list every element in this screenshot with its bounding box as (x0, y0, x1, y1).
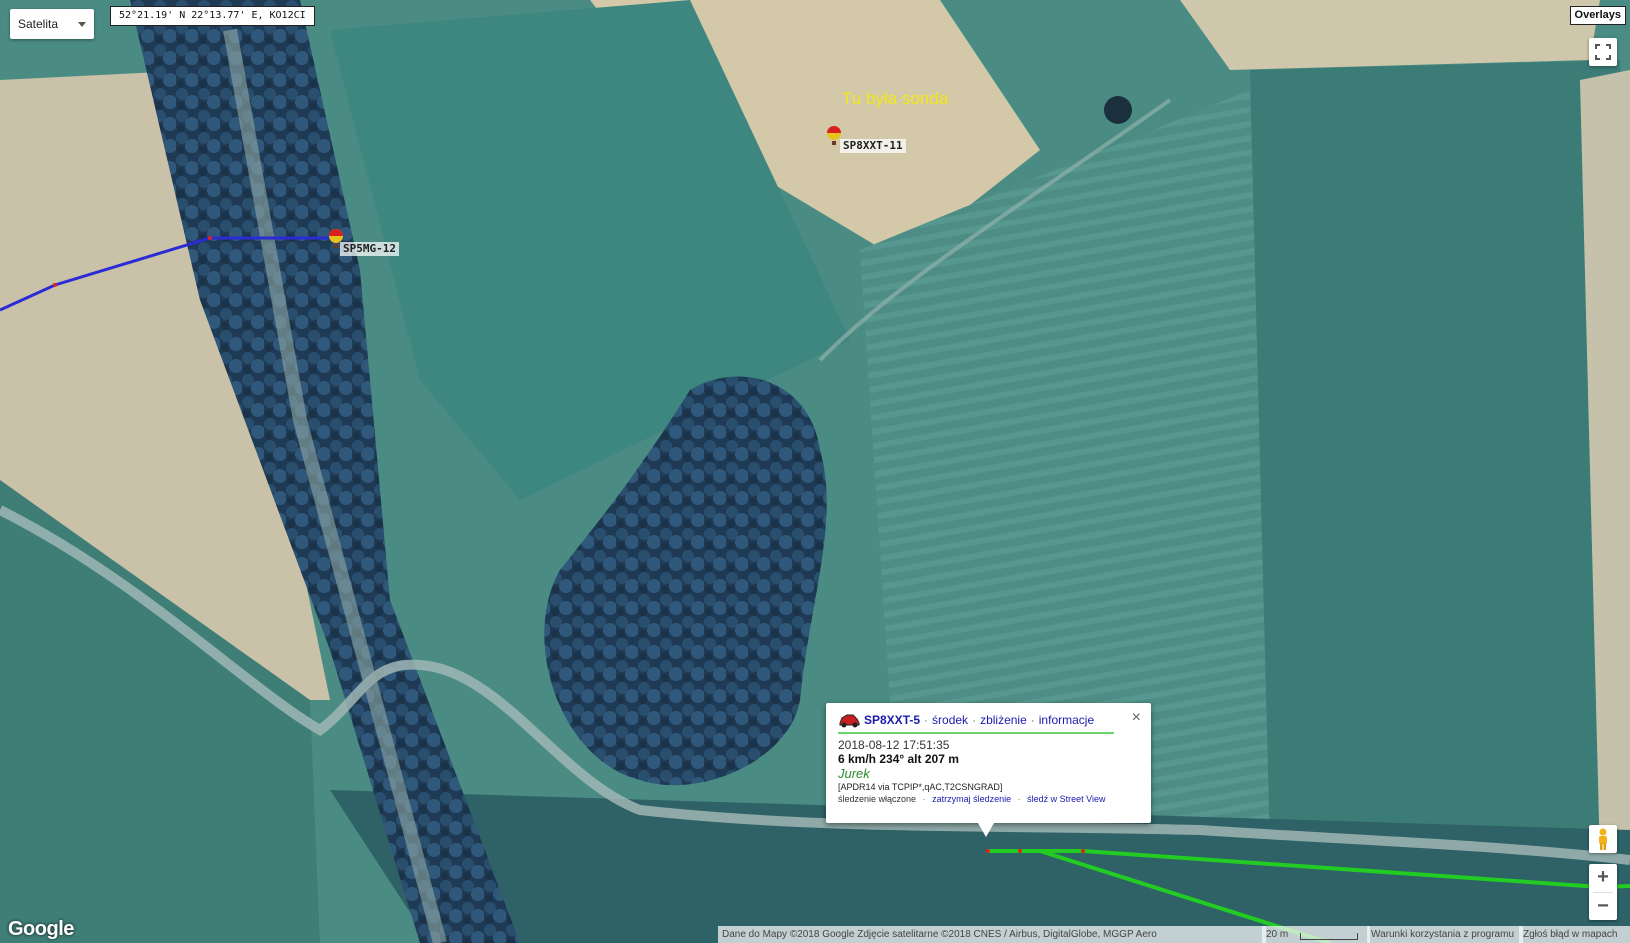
report-error-link[interactable]: Zgłoś błąd w mapach (1519, 926, 1630, 943)
popup-timestamp: 2018-08-12 17:51:35 (838, 738, 950, 752)
chevron-down-icon (78, 22, 86, 27)
street-view-pegman[interactable] (1589, 825, 1617, 853)
popup-callsign-link[interactable]: SP8XXT-5 (864, 713, 920, 727)
info-link[interactable]: informacje (1039, 713, 1094, 727)
close-icon[interactable]: × (1132, 709, 1141, 727)
map-note: Tu była sonda (842, 89, 949, 108)
tracking-status: śledzenie włączone (838, 794, 917, 804)
coordinates-readout: 52°21.19' N 22°13.77' E, KO12CI (110, 6, 315, 26)
zoom-link[interactable]: zbliżenie (980, 713, 1027, 727)
satellite-map[interactable] (0, 0, 1630, 943)
popup-operator-name: Jurek (838, 766, 870, 781)
popup-divider (838, 732, 1114, 734)
car-icon (839, 714, 860, 728)
fullscreen-icon (1595, 44, 1611, 60)
google-logo: Google (8, 918, 74, 940)
stop-tracking-link[interactable]: zatrzymaj śledzenie (932, 794, 1011, 804)
scale-bar[interactable]: 20 m (1262, 926, 1370, 943)
popup-speed-altitude: 6 km/h 234° alt 207 m (838, 752, 959, 766)
street-view-tracking-link[interactable]: śledź w Street View (1027, 794, 1105, 804)
zoom-controls: + − (1589, 864, 1617, 920)
popup-tracking-line: śledzenie włączone · zatrzymaj śledzenie… (838, 794, 1106, 804)
scale-ruler (1300, 933, 1358, 940)
popup-packet-path: [APDR14 via TCPIP*,qAC,T2CSNGRAD] (838, 782, 1003, 792)
terms-link[interactable]: Warunki korzystania z programu (1367, 926, 1523, 943)
center-link[interactable]: środek (932, 713, 968, 727)
scale-label: 20 m (1266, 929, 1289, 940)
zoom-out-button[interactable]: − (1589, 893, 1617, 921)
map-type-select[interactable]: Satelita (10, 9, 94, 39)
station-label[interactable]: SP8XXT-11 (840, 139, 906, 153)
map-type-label: Satelita (18, 17, 59, 31)
zoom-in-button[interactable]: + (1589, 864, 1617, 892)
station-info-popup: SP8XXT-5 · środek · zbliżenie · informac… (826, 703, 1151, 837)
popup-header: SP8XXT-5 · środek · zbliżenie · informac… (838, 711, 1139, 729)
overlays-button[interactable]: Overlays (1569, 6, 1626, 25)
station-label[interactable]: SP5MG-12 (340, 242, 399, 256)
map-data-attribution: Dane do Mapy ©2018 Google Zdjęcie sateli… (718, 926, 1266, 943)
fullscreen-button[interactable] (1589, 38, 1617, 66)
pegman-icon (1599, 828, 1607, 850)
